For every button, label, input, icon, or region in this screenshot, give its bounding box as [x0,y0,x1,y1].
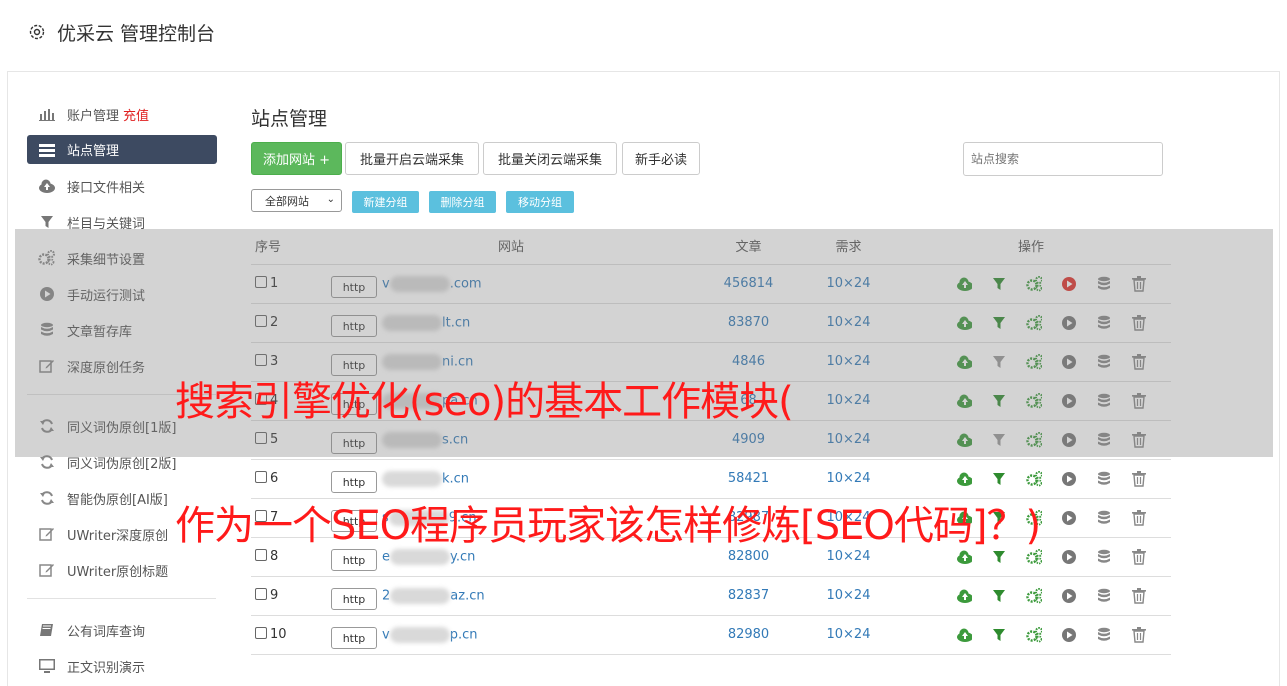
redacted-blur [390,587,451,604]
sidebar-item-label: UWriter原创标题 [67,564,169,580]
articles-cell[interactable]: 82837 [691,576,806,616]
new-group-button[interactable]: 新建分组 [352,191,419,213]
sidebar-item-label: 接口文件相关 [67,180,146,196]
filter-icon[interactable] [991,588,1007,604]
overlay-headline-2: 作为一个SEO程序员玩家该怎样修炼[SEO代码]？) [175,503,1041,549]
sidebar-item-label: 公有词库查询 [67,624,146,640]
top-bar: 优采云 管理控制台 [7,0,1280,72]
row-checkbox[interactable] [255,627,267,639]
site-suffix[interactable]: k.cn [442,471,469,486]
trash-icon[interactable] [1131,509,1147,526]
table-row: 9 http 2 az.cn 82837 10×24 [251,576,1171,616]
cloud-upload-icon [38,177,56,195]
redacted-blur [389,626,450,643]
book-icon [38,621,56,639]
sidebar-item-account[interactable]: 账户管理 充值 [27,96,217,132]
database-icon[interactable] [1096,627,1112,643]
sidebar-item-label: 正文识别演示 [67,660,146,676]
sidebar-item-interface[interactable]: 接口文件相关 [27,168,217,204]
trash-icon[interactable] [1131,626,1147,643]
chevron-down-icon: ⌄ [326,194,335,205]
sidebar-item-public-lexicon[interactable]: 公有词库查询 [27,612,217,648]
sidebar-divider [27,598,216,599]
demand-cell[interactable]: 10×24 [806,576,891,616]
cloud-upload-icon[interactable] [956,471,972,487]
play-icon[interactable] [1061,471,1077,487]
page-title: 站点管理 [251,108,328,130]
monitor-icon [38,657,56,675]
database-icon[interactable] [1096,588,1112,604]
gears-icon[interactable] [1025,626,1042,643]
row-num: 6 [270,471,279,486]
http-button[interactable]: http [331,470,377,493]
gears-icon[interactable] [1025,587,1042,604]
site-cell: http 2 az.cn [331,576,691,616]
sidebar-item-label: 智能伪原创[AI版] [67,492,168,508]
play-icon[interactable] [1061,627,1077,643]
sidebar-item-label: UWriter深度原创 [67,528,169,544]
row-num-cell: 10 [251,615,331,655]
ops-cell [891,615,1171,655]
row-num: 9 [270,588,279,603]
row-num-cell: 9 [251,576,331,616]
delete-group-button[interactable]: 删除分组 [429,191,496,213]
filter-icon[interactable] [991,627,1007,643]
move-group-button[interactable]: 移动分组 [506,191,574,213]
http-button[interactable]: http [331,548,377,571]
bar-chart-icon [38,105,56,123]
trash-icon[interactable] [1131,470,1147,487]
database-icon[interactable] [1096,471,1112,487]
play-icon[interactable] [1061,588,1077,604]
edit-icon [38,561,56,579]
row-checkbox[interactable] [255,471,267,483]
sidebar-item-uwriter-title[interactable]: UWriter原创标题 [27,552,217,588]
server-icon [38,141,56,159]
site-suffix[interactable]: p.cn [450,627,478,642]
row-num: 10 [270,627,287,642]
add-site-button[interactable]: 添加网站 + [251,142,342,175]
database-icon[interactable] [1096,510,1112,526]
redacted-blur [382,470,442,487]
refresh-icon [38,489,56,507]
http-button[interactable]: http [331,587,377,610]
site-prefix: 2 [382,588,391,603]
sidebar-item-label: 站点管理 [67,144,120,159]
overlay-headline-1: 搜索引擎优化(seo)的基本工作模块( [175,379,794,425]
site-cell: http v p.cn [331,615,691,655]
batch-close-cloud-button[interactable]: 批量关闭云端采集 [483,142,617,175]
group-select-value: 全部网站 [265,194,309,208]
cloud-upload-icon[interactable] [956,588,972,604]
sidebar-item-sites[interactable]: 站点管理 [27,135,217,164]
demand-cell[interactable]: 10×24 [806,615,891,655]
newbie-guide-button[interactable]: 新手必读 [622,142,700,175]
site-suffix[interactable]: az.cn [450,588,484,603]
gear-icon [29,24,45,40]
trash-icon[interactable] [1131,587,1147,604]
recharge-link[interactable]: 充值 [123,105,149,124]
table-row: 10 http v p.cn 82980 10×24 [251,615,1171,655]
console-title: 优采云 管理控制台 [57,23,216,45]
trash-icon[interactable] [1131,548,1147,565]
play-icon[interactable] [1061,549,1077,565]
filter-icon[interactable] [991,471,1007,487]
site-prefix: e [382,549,390,564]
row-num: 8 [270,549,279,564]
row-checkbox[interactable] [255,588,267,600]
edit-icon [38,525,56,543]
site-suffix[interactable]: y.cn [450,549,475,564]
group-select[interactable]: 全部网站 ⌄ [251,189,342,212]
batch-open-cloud-button[interactable]: 批量开启云端采集 [345,142,479,175]
play-icon[interactable] [1061,510,1077,526]
sidebar-item-label: 账户管理 [67,108,120,124]
http-button[interactable]: http [331,626,377,649]
ops-cell [891,576,1171,616]
cloud-upload-icon[interactable] [956,627,972,643]
gears-icon[interactable] [1025,470,1042,487]
site-search-input[interactable] [963,142,1163,176]
site-prefix: v [382,627,390,642]
database-icon[interactable] [1096,549,1112,565]
sidebar-item-text-recognition[interactable]: 正文识别演示 [27,648,217,684]
articles-cell[interactable]: 82980 [691,615,806,655]
